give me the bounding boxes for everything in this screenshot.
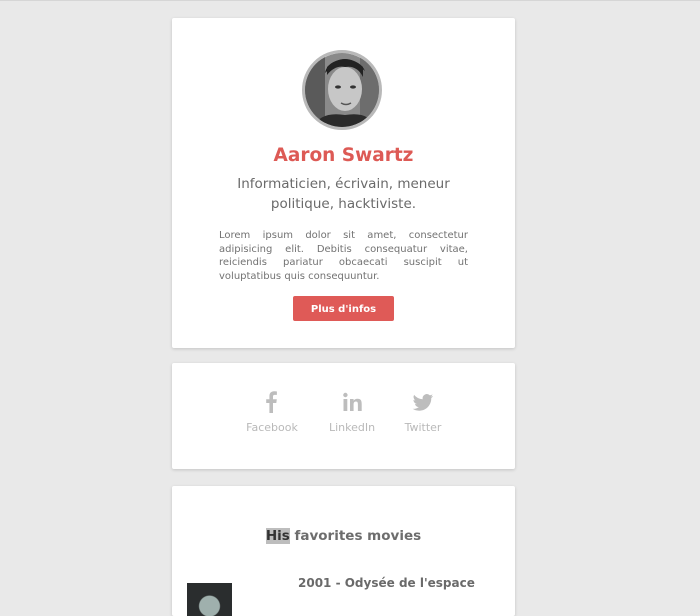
- movies-title-rest: favorites movies: [289, 528, 422, 544]
- linkedin-icon: [343, 392, 362, 411]
- linkedin-label: LinkedIn: [328, 421, 376, 434]
- avatar: [302, 50, 382, 130]
- profile-tagline: Informaticien, écrivain, meneur politiqu…: [237, 176, 450, 212]
- facebook-icon: [266, 391, 277, 413]
- profile-bio: Lorem ipsum dolor sit amet, consectetur …: [219, 230, 468, 282]
- twitter-icon: [412, 394, 434, 411]
- more-info-button[interactable]: Plus d'infos: [293, 296, 394, 321]
- social-card: Facebook LinkedIn Twitter: [172, 363, 515, 469]
- twitter-label: Twitter: [404, 421, 442, 434]
- avatar-photo: [305, 53, 379, 127]
- profile-name: Aaron Swartz: [273, 145, 414, 166]
- movies-title-highlight: His: [265, 528, 290, 544]
- linkedin-link[interactable]: LinkedIn: [312, 391, 392, 434]
- movie-title[interactable]: 2001 - Odysée de l'espace: [298, 576, 475, 590]
- facebook-link[interactable]: Facebook: [232, 391, 312, 434]
- facebook-label: Facebook: [246, 421, 298, 434]
- movies-card: His favorites movies 2001 - Odysée de l'…: [172, 486, 515, 616]
- profile-card: Aaron Swartz Informaticien, écrivain, me…: [172, 18, 515, 348]
- movies-title: His favorites movies: [172, 528, 515, 544]
- twitter-link[interactable]: Twitter: [383, 391, 463, 434]
- movie-thumbnail[interactable]: [187, 583, 232, 616]
